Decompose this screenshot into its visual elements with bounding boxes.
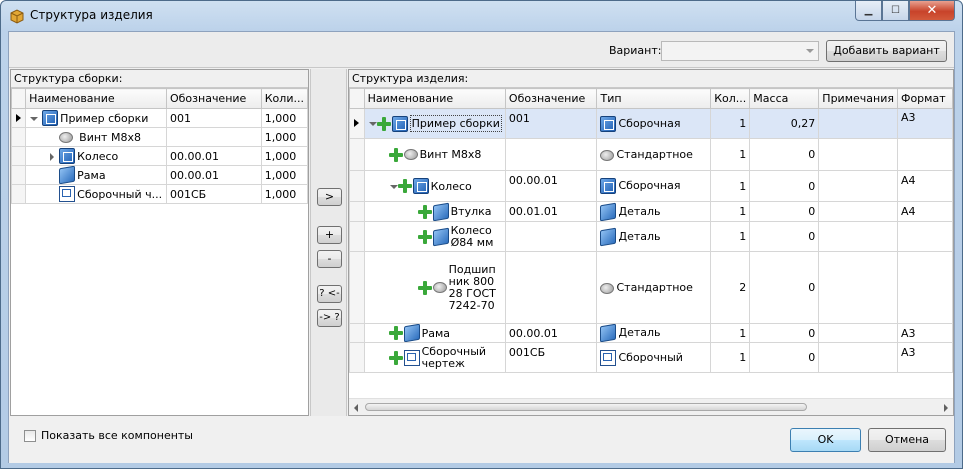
add-variant-button[interactable]: Добавить вариант (826, 40, 947, 62)
close-button[interactable]: ✕ (909, 1, 955, 21)
table-row[interactable]: Втулка 00.01.01 Деталь 1 0 А4 (349, 201, 953, 222)
table-row[interactable]: Колесо 00.00.01 1,000 (11, 146, 308, 166)
drawing-icon (59, 186, 76, 202)
table-row[interactable]: Рама 00.00.01 Деталь 1 0 А3 (349, 323, 953, 343)
column-header-quantity[interactable]: Кол... (710, 88, 751, 109)
window-title: Структура изделия (30, 8, 153, 22)
client-area: Вариант: Добавить вариант Структура сбор… (8, 31, 955, 463)
find-in-right-button[interactable]: -> ? (317, 309, 342, 327)
title-bar: Структура изделия ▁ ☐ ✕ (1, 1, 962, 31)
part-icon (600, 227, 617, 246)
assembly-structure-title: Структура сборки: (11, 70, 308, 88)
drawing-icon (403, 349, 420, 366)
part-icon (432, 227, 449, 246)
include-plus-icon (376, 116, 391, 131)
table-row[interactable]: Сборочный чертеж 001СБ Сборочный 1 0 А3 (349, 342, 953, 373)
product-structure-title: Структура изделия: (349, 70, 953, 88)
expand-toggle[interactable] (47, 152, 56, 161)
assembly-structure-panel: Структура сборки: Наименование Обозначен… (10, 69, 309, 416)
cancel-button[interactable]: Отмена (868, 428, 946, 452)
column-header-mass[interactable]: Масса (749, 88, 820, 109)
standard-part-icon (432, 282, 447, 293)
minimize-button[interactable]: ▁ (855, 1, 882, 21)
assembly-icon (600, 178, 617, 194)
column-header-name[interactable]: Наименование (25, 88, 167, 109)
part-icon (432, 202, 449, 221)
table-row[interactable]: Сборочный ч... 001СБ 1,000 (11, 184, 308, 204)
column-header-type[interactable]: Тип (596, 88, 712, 109)
dialog-footer: Показать все компоненты OK Отмена (9, 417, 954, 463)
standard-part-icon (403, 149, 418, 160)
include-plus-icon (388, 350, 403, 365)
include-plus-icon (417, 280, 432, 295)
checkbox-box[interactable] (24, 429, 36, 442)
table-row[interactable]: Винт М8х8 1,000 (11, 127, 308, 147)
find-in-left-button[interactable]: ? <- (317, 285, 342, 303)
part-icon (600, 324, 617, 342)
scrollbar-thumb[interactable] (365, 403, 807, 411)
column-header-format[interactable]: Формат (896, 88, 953, 109)
transfer-buttons-column: > + - ? <- -> ? (310, 69, 347, 416)
maximize-button[interactable]: ☐ (882, 1, 909, 21)
assembly-icon (412, 178, 429, 194)
column-header-notes[interactable]: Примечания (818, 88, 898, 109)
variant-label: Вариант: (609, 44, 662, 57)
scroll-right-icon[interactable] (944, 404, 948, 412)
include-plus-icon (417, 229, 432, 244)
standard-part-icon (59, 131, 74, 143)
table-row[interactable]: Рама 00.00.01 1,000 (11, 165, 308, 185)
part-icon (403, 324, 420, 342)
table-row[interactable]: Колесо Ø84 мм Деталь 1 0 (349, 221, 953, 252)
assembly-icon (391, 115, 408, 132)
ok-button[interactable]: OK (790, 428, 861, 452)
chevron-down-icon (806, 49, 814, 53)
horizontal-scrollbar[interactable] (349, 398, 953, 415)
table-row[interactable]: Винт М8х8 Стандартное 1 0 (349, 138, 953, 171)
column-header-name[interactable]: Наименование (363, 88, 506, 109)
assembly-icon (59, 148, 76, 164)
variant-toolbar: Вариант: Добавить вариант (9, 32, 954, 68)
part-icon (600, 202, 617, 221)
product-structure-panel: Структура изделия: Наименование Обозначе… (348, 69, 954, 416)
variant-select[interactable] (661, 41, 819, 61)
app-icon (9, 8, 25, 24)
collapse-toggle[interactable] (368, 119, 377, 128)
standard-part-icon (600, 282, 615, 294)
product-structure-table: Наименование Обозначение Тип Кол... Масс… (349, 88, 953, 373)
column-header-designation[interactable]: Обозначение (165, 88, 262, 109)
table-row[interactable]: Пример сборки 001 Сборочная 1 0,27 А3 (349, 108, 953, 139)
show-all-components-label: Показать все компоненты (41, 429, 193, 442)
include-plus-icon (397, 179, 412, 193)
column-header-designation[interactable]: Обозначение (504, 88, 598, 109)
include-plus-icon (388, 326, 403, 340)
scroll-left-icon[interactable] (354, 404, 358, 412)
increase-quantity-button[interactable]: + (317, 226, 342, 244)
column-header-quantity[interactable]: Коли... (260, 88, 308, 109)
standard-part-icon (600, 149, 615, 161)
include-plus-icon (417, 204, 432, 219)
show-all-components-checkbox[interactable]: Показать все компоненты (24, 429, 193, 442)
table-row[interactable]: Подшипник 80028 ГОСТ 7242-70 Стандартное… (349, 251, 953, 324)
row-indicator-header (349, 88, 365, 109)
table-row[interactable]: Колесо 00.00.01 Сборочная 1 0 А4 (349, 170, 953, 202)
current-row-indicator (16, 113, 21, 122)
dialog-window: Структура изделия ▁ ☐ ✕ Вариант: Добавит… (0, 0, 963, 469)
assembly-icon (600, 115, 617, 132)
include-plus-icon (388, 147, 403, 162)
assembly-structure-table: Наименование Обозначение Коли... Пример … (11, 88, 308, 204)
decrease-quantity-button[interactable]: - (317, 250, 342, 268)
assembly-icon (42, 110, 59, 126)
part-icon (59, 166, 76, 184)
row-indicator-header (11, 88, 27, 109)
drawing-icon (600, 349, 617, 366)
add-to-structure-button[interactable]: > (317, 188, 342, 206)
collapse-toggle[interactable] (29, 114, 39, 123)
collapse-toggle[interactable] (389, 182, 398, 191)
current-row-indicator (354, 119, 359, 127)
table-row[interactable]: Пример сборки 001 1,000 (11, 108, 308, 128)
